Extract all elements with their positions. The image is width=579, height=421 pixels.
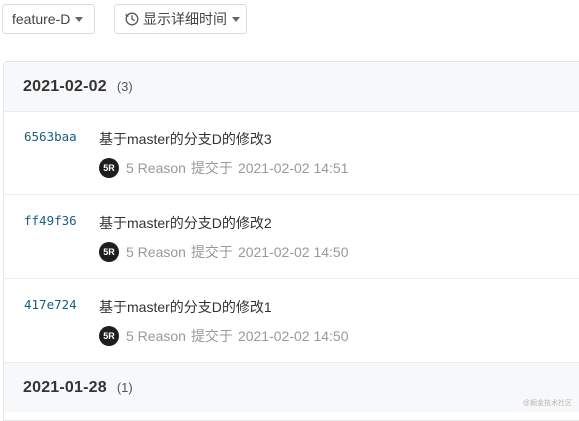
watermark: @掘金技术社区 — [522, 400, 572, 407]
commit-time: 2021-02-02 14:50 — [237, 328, 349, 344]
avatar[interactable]: 5R — [99, 242, 119, 262]
commit-meta: 5R 5 Reason 提交于 2021-02-02 14:50 — [99, 242, 348, 262]
group-date: 2021-01-28 — [23, 378, 107, 396]
commit-row: 417e724 基于master的分支D的修改1 5R 5 Reason 提交于… — [4, 280, 579, 363]
commit-message: 基于master的分支D的修改3 — [99, 131, 272, 147]
commit-message: 基于master的分支D的修改2 — [99, 215, 272, 231]
commit-sha-link[interactable]: 417e724 — [24, 297, 77, 312]
chevron-down-icon — [75, 16, 84, 22]
commit-row: ff49f36 基于master的分支D的修改2 5R 5 Reason 提交于… — [4, 196, 579, 279]
group-count: (3) — [116, 79, 133, 94]
commit-verb: 提交于 — [190, 328, 233, 344]
chevron-down-icon — [232, 16, 240, 22]
commit-sha-link[interactable]: ff49f36 — [24, 213, 77, 228]
commit-author: 5 Reason — [126, 244, 186, 260]
toolbar: feature-D 显示详细时间 — [0, 0, 579, 44]
commit-row: 6563baa 基于master的分支D的修改3 5R 5 Reason 提交于… — [4, 112, 579, 195]
commit-author: 5 Reason — [126, 160, 186, 176]
time-display-toggle-button[interactable]: 显示详细时间 — [114, 4, 247, 34]
clock-icon — [125, 12, 139, 26]
commit-group-header[interactable]: 2021-02-02 (3) — [4, 62, 579, 112]
group-count: (1) — [116, 380, 133, 395]
commit-verb: 提交于 — [190, 244, 233, 260]
commit-message: 基于master的分支D的修改1 — [99, 299, 272, 315]
branch-select-button[interactable]: feature-D — [2, 4, 95, 34]
time-display-toggle-label: 显示详细时间 — [143, 11, 227, 27]
branch-select-label: feature-D — [12, 11, 71, 27]
commit-meta: 5R 5 Reason 提交于 2021-02-02 14:51 — [99, 158, 348, 178]
commit-group-header[interactable]: 2021-01-28 (1) — [4, 362, 579, 412]
commit-verb: 提交于 — [190, 160, 233, 176]
commit-list-panel: 2021-02-02 (3) 6563baa 基于master的分支D的修改3 … — [3, 61, 579, 421]
commit-author: 5 Reason — [126, 328, 186, 344]
commit-time: 2021-02-02 14:50 — [237, 244, 349, 260]
group-date: 2021-02-02 — [23, 77, 107, 95]
commit-meta: 5R 5 Reason 提交于 2021-02-02 14:50 — [99, 326, 348, 346]
avatar[interactable]: 5R — [99, 158, 119, 178]
commit-time: 2021-02-02 14:51 — [237, 160, 349, 176]
avatar[interactable]: 5R — [99, 326, 119, 346]
commit-sha-link[interactable]: 6563baa — [24, 129, 77, 144]
